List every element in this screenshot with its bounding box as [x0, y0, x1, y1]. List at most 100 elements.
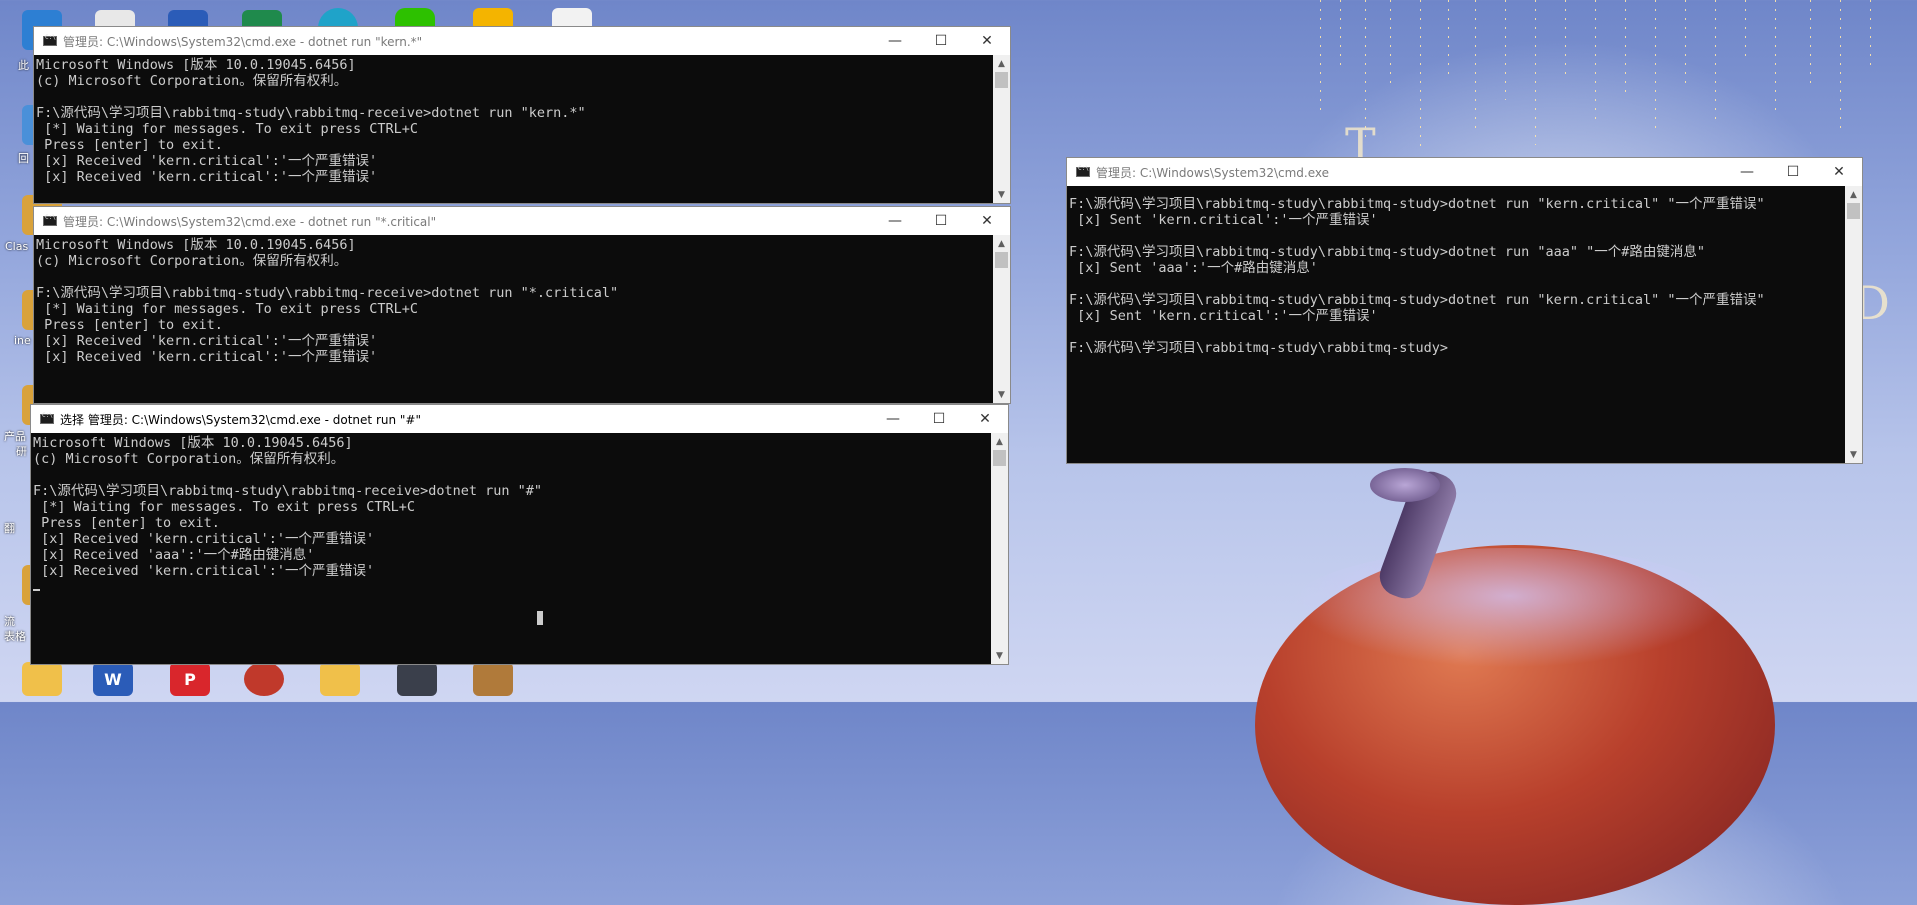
console-line: [x] Received 'kern.critical':'一个严重错误': [36, 349, 378, 365]
console-line: [*] Waiting for messages. To exit press …: [36, 301, 419, 317]
console-line: [x] Received 'kern.critical':'一个严重错误': [36, 333, 378, 349]
console-line: F:\源代码\学习项目\rabbitmq-study\rabbitmq-stud…: [1069, 244, 1706, 260]
mouse-ibeam-cursor: [537, 611, 543, 625]
desktop-label-3: Clas: [5, 240, 29, 253]
scroll-thumb[interactable]: [1847, 203, 1860, 219]
scroll-up-arrow-icon[interactable]: ▲: [991, 433, 1008, 450]
wallpaper-apple-frost: [1290, 548, 1730, 668]
console-line: F:\源代码\学习项目\rabbitmq-study\rabbitmq-stud…: [1069, 340, 1448, 356]
cmd-window-critical[interactable]: 管理员: C:\Windows\System32\cmd.exe - dotne…: [33, 206, 1011, 404]
desktop-icon-word[interactable]: W: [93, 662, 133, 696]
window-title: 管理员: C:\Windows\System32\cmd.exe - dotne…: [63, 214, 437, 229]
cmd-icon: [43, 214, 57, 226]
titlebar[interactable]: 管理员: C:\Windows\System32\cmd.exe - dotne…: [34, 27, 1010, 55]
console-output[interactable]: Microsoft Windows [版本 10.0.19045.6456] (c…: [31, 433, 991, 664]
titlebar[interactable]: 管理员: C:\Windows\System32\cmd.exe — ☐ ✕: [1067, 158, 1862, 186]
maximize-button[interactable]: ☐: [916, 405, 962, 433]
console-line: [x] Sent 'kern.critical':'一个严重错误': [1069, 212, 1378, 228]
cmd-window-kern[interactable]: 管理员: C:\Windows\System32\cmd.exe - dotne…: [33, 26, 1011, 204]
console-line: (c) Microsoft Corporation。保留所有权利。: [33, 451, 345, 467]
titlebar[interactable]: 选择 管理员: C:\Windows\System32\cmd.exe - do…: [31, 405, 1008, 433]
maximize-button[interactable]: ☐: [918, 27, 964, 55]
scroll-down-arrow-icon[interactable]: ▼: [993, 386, 1010, 403]
cmd-window-sender[interactable]: 管理员: C:\Windows\System32\cmd.exe — ☐ ✕ F…: [1066, 157, 1863, 464]
close-button[interactable]: ✕: [964, 207, 1010, 235]
console-line: [*] Waiting for messages. To exit press …: [33, 499, 416, 515]
console-line: [x] Received 'kern.critical':'一个严重错误': [36, 169, 378, 185]
console-line: [x] Received 'kern.critical':'一个严重错误': [33, 531, 375, 547]
window-title: 管理员: C:\Windows\System32\cmd.exe - dotne…: [63, 34, 423, 49]
desktop-icon-monitor[interactable]: [397, 662, 437, 696]
desktop-label-4: ine: [14, 334, 31, 347]
console-line: [x] Sent 'aaa':'一个#路由键消息': [1069, 260, 1318, 276]
scroll-down-arrow-icon[interactable]: ▼: [1845, 446, 1862, 463]
cmd-icon: [43, 34, 57, 46]
minimize-button[interactable]: —: [872, 207, 918, 235]
console-line: [*] Waiting for messages. To exit press …: [36, 121, 419, 137]
scroll-thumb[interactable]: [993, 450, 1006, 466]
console-line: Press [enter] to exit.: [36, 317, 223, 333]
desktop-label-9: 表格: [4, 630, 26, 643]
scroll-thumb[interactable]: [995, 72, 1008, 88]
desktop-icon-package[interactable]: [473, 662, 513, 696]
vertical-scrollbar[interactable]: ▲ ▼: [1845, 186, 1862, 463]
console-line: Press [enter] to exit.: [33, 515, 220, 531]
minimize-button[interactable]: —: [870, 405, 916, 433]
close-button[interactable]: ✕: [964, 27, 1010, 55]
vertical-scrollbar[interactable]: ▲ ▼: [993, 235, 1010, 403]
console-line: F:\源代码\学习项目\rabbitmq-study\rabbitmq-rece…: [36, 285, 619, 301]
close-button[interactable]: ✕: [1816, 158, 1862, 186]
console-line: Microsoft Windows [版本 10.0.19045.6456]: [36, 57, 356, 73]
cmd-window-hash[interactable]: 选择 管理员: C:\Windows\System32\cmd.exe - do…: [30, 404, 1009, 665]
desktop-label-7: 翻: [4, 522, 15, 535]
desktop-icon-folder-bottom[interactable]: [22, 662, 62, 696]
window-title: 选择 管理员: C:\Windows\System32\cmd.exe - do…: [60, 412, 421, 427]
cmd-icon: [1076, 165, 1090, 177]
console-output[interactable]: Microsoft Windows [版本 10.0.19045.6456] (c…: [34, 55, 993, 203]
scroll-down-arrow-icon[interactable]: ▼: [991, 647, 1008, 664]
console-line: F:\源代码\学习项目\rabbitmq-study\rabbitmq-rece…: [36, 105, 586, 121]
console-output[interactable]: Microsoft Windows [版本 10.0.19045.6456] (c…: [34, 235, 993, 403]
desktop-icon-tools[interactable]: [244, 662, 284, 696]
close-button[interactable]: ✕: [962, 405, 1008, 433]
cmd-icon: [40, 412, 54, 424]
minimize-button[interactable]: —: [1724, 158, 1770, 186]
desktop-icon-pdf[interactable]: P: [170, 662, 210, 696]
desktop-label-6: 研: [16, 445, 27, 458]
console-line: [x] Received 'kern.critical':'一个严重错误': [36, 153, 378, 169]
minimize-button[interactable]: —: [872, 27, 918, 55]
console-line: F:\源代码\学习项目\rabbitmq-study\rabbitmq-stud…: [1069, 196, 1765, 212]
scroll-up-arrow-icon[interactable]: ▲: [993, 235, 1010, 252]
console-line: (c) Microsoft Corporation。保留所有权利。: [36, 253, 348, 269]
vertical-scrollbar[interactable]: ▲ ▼: [993, 55, 1010, 203]
scroll-down-arrow-icon[interactable]: ▼: [993, 186, 1010, 203]
scroll-up-arrow-icon[interactable]: ▲: [993, 55, 1010, 72]
desktop-label-8: 流: [4, 615, 15, 628]
console-line: [x] Received 'aaa':'一个#路由键消息': [33, 547, 315, 563]
console-line: Microsoft Windows [版本 10.0.19045.6456]: [36, 237, 356, 253]
console-line: Microsoft Windows [版本 10.0.19045.6456]: [33, 435, 353, 451]
console-line: Press [enter] to exit.: [36, 137, 223, 153]
window-title: 管理员: C:\Windows\System32\cmd.exe: [1096, 165, 1329, 180]
console-line: (c) Microsoft Corporation。保留所有权利。: [36, 73, 348, 89]
console-output[interactable]: F:\源代码\学习项目\rabbitmq-study\rabbitmq-stud…: [1067, 186, 1845, 463]
text-cursor: [33, 589, 40, 591]
wallpaper-apple-stem-top: [1370, 468, 1440, 502]
maximize-button[interactable]: ☐: [918, 207, 964, 235]
vertical-scrollbar[interactable]: ▲ ▼: [991, 433, 1008, 664]
desktop-label-2: 回: [18, 152, 29, 165]
console-line: F:\源代码\学习项目\rabbitmq-study\rabbitmq-stud…: [1069, 292, 1765, 308]
maximize-button[interactable]: ☐: [1770, 158, 1816, 186]
titlebar[interactable]: 管理员: C:\Windows\System32\cmd.exe - dotne…: [34, 207, 1010, 235]
desktop-label-1: 此: [18, 59, 29, 72]
scroll-thumb[interactable]: [995, 252, 1008, 268]
desktop-icon-folder-shortcut[interactable]: [320, 662, 360, 696]
scroll-up-arrow-icon[interactable]: ▲: [1845, 186, 1862, 203]
desktop-label-5: 产品: [4, 430, 26, 443]
